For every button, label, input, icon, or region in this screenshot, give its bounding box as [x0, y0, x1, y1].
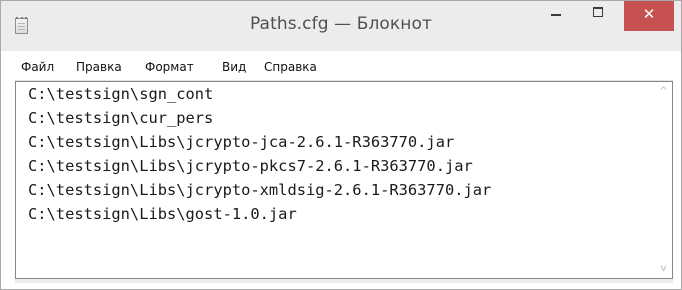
maximize-button[interactable] — [580, 1, 618, 35]
maximize-icon — [593, 7, 603, 17]
text-line[interactable]: C:\testsign\Libs\jcrypto-pkcs7-2.6.1-R36… — [28, 156, 473, 176]
notepad-window: Paths.cfg — Блокнот ✕ Файл Правка Формат… — [0, 0, 682, 290]
vertical-scrollbar[interactable]: ^ v — [655, 82, 672, 278]
close-button[interactable]: ✕ — [624, 1, 674, 31]
scroll-down-icon[interactable]: v — [655, 263, 672, 274]
menu-help[interactable]: Справка — [264, 60, 317, 74]
text-line[interactable]: C:\testsign\Libs\gost-1.0.jar — [28, 204, 297, 224]
text-editor[interactable]: C:\testsign\sgn_cont C:\testsign\cur_per… — [15, 81, 673, 279]
minimize-icon — [551, 14, 561, 16]
title-bar[interactable]: Paths.cfg — Блокнот ✕ — [1, 1, 681, 51]
text-line[interactable]: C:\testsign\Libs\jcrypto-jca-2.6.1-R3637… — [28, 132, 454, 152]
text-line[interactable]: C:\testsign\sgn_cont — [28, 84, 213, 104]
text-line[interactable]: C:\testsign\cur_pers — [28, 108, 213, 128]
scroll-up-icon[interactable]: ^ — [655, 86, 672, 97]
menu-file[interactable]: Файл — [21, 60, 54, 74]
text-line[interactable]: C:\testsign\Libs\jcrypto-xmldsig-2.6.1-R… — [28, 180, 491, 200]
window-frame-bottom — [15, 279, 673, 283]
close-icon: ✕ — [642, 5, 656, 23]
menu-format[interactable]: Формат — [145, 60, 194, 74]
menu-view[interactable]: Вид — [222, 60, 246, 74]
minimize-button[interactable] — [537, 1, 575, 35]
menu-bar: Файл Правка Формат Вид Справка — [15, 51, 681, 81]
menu-edit[interactable]: Правка — [76, 60, 122, 74]
window-title: Paths.cfg — Блокнот — [249, 14, 433, 34]
